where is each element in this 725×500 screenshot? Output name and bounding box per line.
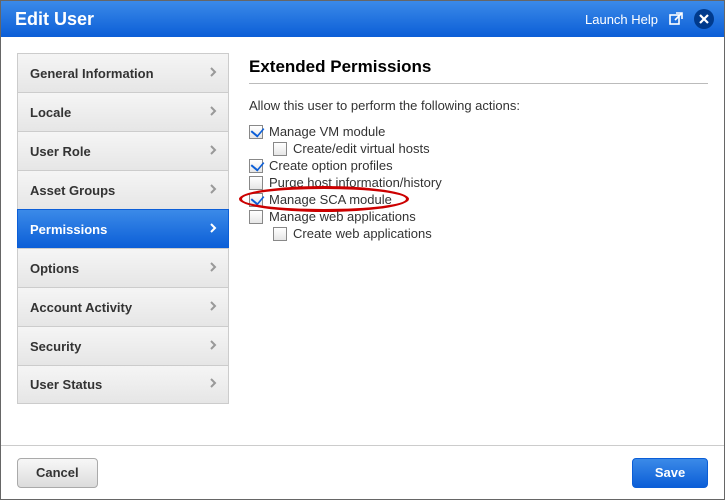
sidebar: General Information Locale User Role Asset … bbox=[17, 53, 229, 445]
permission-row: Create/edit virtual hosts bbox=[273, 140, 708, 157]
checkbox[interactable] bbox=[249, 193, 263, 207]
sidebar-item-label: Account Activity bbox=[30, 300, 132, 315]
save-button[interactable]: Save bbox=[632, 458, 708, 488]
permissions-list: Manage VM module Create/edit virtual host… bbox=[249, 123, 708, 242]
permission-row: Manage VM module bbox=[249, 123, 708, 140]
sidebar-item-locale[interactable]: Locale bbox=[17, 92, 229, 131]
cancel-button[interactable]: Cancel bbox=[17, 458, 98, 488]
permission-row: Purge host information/history bbox=[249, 174, 708, 191]
sidebar-item-asset-groups[interactable]: Asset Groups bbox=[17, 170, 229, 209]
permission-label: Purge host information/history bbox=[269, 175, 442, 190]
launch-help-link[interactable]: Launch Help bbox=[585, 12, 658, 27]
header-actions: Launch Help bbox=[585, 9, 714, 29]
sidebar-item-label: User Status bbox=[30, 377, 102, 392]
sidebar-item-permissions[interactable]: Permissions bbox=[17, 209, 229, 248]
checkbox[interactable] bbox=[249, 176, 263, 190]
sidebar-item-general-information[interactable]: General Information bbox=[17, 53, 229, 92]
dialog-title: Edit User bbox=[15, 9, 585, 30]
sidebar-item-label: Options bbox=[30, 261, 79, 276]
close-icon[interactable] bbox=[694, 9, 714, 29]
dialog-body: General Information Locale User Role Asset … bbox=[1, 37, 724, 445]
chevron-right-icon bbox=[208, 183, 218, 198]
sidebar-item-label: Permissions bbox=[30, 222, 107, 237]
checkbox[interactable] bbox=[249, 159, 263, 173]
permission-label: Create/edit virtual hosts bbox=[293, 141, 430, 156]
sidebar-item-user-status[interactable]: User Status bbox=[17, 365, 229, 404]
permission-row: Manage web applications bbox=[249, 208, 708, 225]
chevron-right-icon bbox=[208, 300, 218, 315]
popout-icon[interactable] bbox=[666, 9, 686, 29]
content-intro: Allow this user to perform the following… bbox=[249, 98, 708, 113]
chevron-right-icon bbox=[208, 144, 218, 159]
dialog-header: Edit User Launch Help bbox=[1, 1, 724, 37]
sidebar-item-options[interactable]: Options bbox=[17, 248, 229, 287]
sidebar-item-security[interactable]: Security bbox=[17, 326, 229, 365]
sidebar-item-user-role[interactable]: User Role bbox=[17, 131, 229, 170]
sidebar-item-label: Asset Groups bbox=[30, 183, 115, 198]
content-panel: Extended Permissions Allow this user to … bbox=[249, 53, 708, 445]
permission-label: Manage VM module bbox=[269, 124, 385, 139]
chevron-right-icon bbox=[208, 105, 218, 120]
chevron-right-icon bbox=[208, 222, 218, 237]
checkbox[interactable] bbox=[249, 125, 263, 139]
sidebar-item-label: General Information bbox=[30, 66, 154, 81]
checkbox[interactable] bbox=[249, 210, 263, 224]
permission-label: Manage SCA module bbox=[269, 192, 392, 207]
edit-user-dialog: Edit User Launch Help General Informatio… bbox=[0, 0, 725, 500]
permission-label: Manage web applications bbox=[269, 209, 416, 224]
dialog-footer: Cancel Save bbox=[1, 445, 724, 499]
sidebar-item-label: Locale bbox=[30, 105, 71, 120]
permission-row: Create web applications bbox=[273, 225, 708, 242]
checkbox[interactable] bbox=[273, 142, 287, 156]
permission-label: Create web applications bbox=[293, 226, 432, 241]
permission-row: Create option profiles bbox=[249, 157, 708, 174]
chevron-right-icon bbox=[208, 261, 218, 276]
sidebar-item-label: User Role bbox=[30, 144, 91, 159]
chevron-right-icon bbox=[208, 377, 218, 392]
sidebar-item-account-activity[interactable]: Account Activity bbox=[17, 287, 229, 326]
permission-label: Create option profiles bbox=[269, 158, 393, 173]
content-heading: Extended Permissions bbox=[249, 57, 708, 84]
checkbox[interactable] bbox=[273, 227, 287, 241]
permission-row: Manage SCA module bbox=[249, 191, 708, 208]
chevron-right-icon bbox=[208, 66, 218, 81]
sidebar-item-label: Security bbox=[30, 339, 81, 354]
chevron-right-icon bbox=[208, 339, 218, 354]
